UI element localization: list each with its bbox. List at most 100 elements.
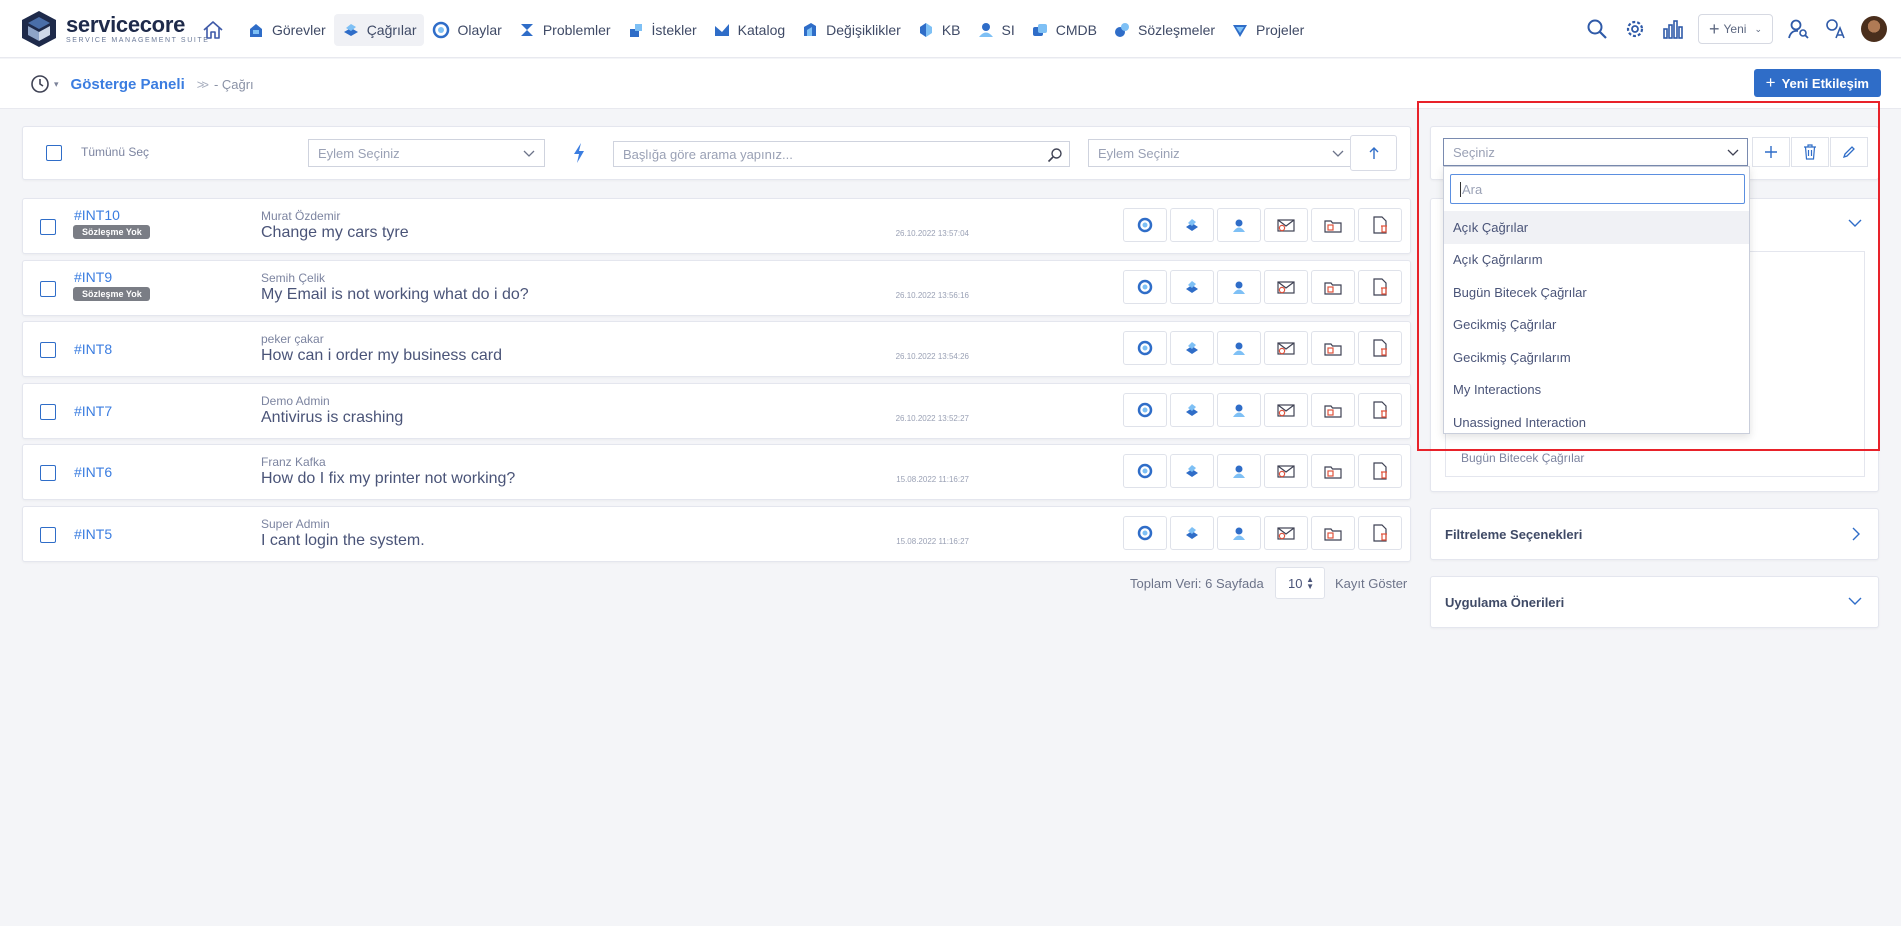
assign-user-action-button[interactable] <box>1217 454 1261 488</box>
nav-item-kb[interactable]: KB <box>909 14 969 46</box>
settings-button[interactable] <box>1616 13 1654 45</box>
row-title-link[interactable]: My Email is not working what do i do? <box>261 286 529 304</box>
request-action-button[interactable] <box>1170 208 1214 242</box>
row-checkbox[interactable] <box>40 280 56 297</box>
table-row[interactable]: #INT9 Sözleşme Yok Semih Çelik My Email is … <box>22 259 1411 316</box>
assign-user-action-button[interactable] <box>1217 269 1261 304</box>
nav-item-gorevler[interactable]: Görevler <box>239 14 334 46</box>
new-interaction-button[interactable]: + Yeni Etkileşim <box>1753 69 1881 97</box>
dropdown-option[interactable]: Açık Çağrılarım <box>1444 244 1749 277</box>
request-action-button[interactable] <box>1170 269 1214 304</box>
row-id-link[interactable]: #INT5 <box>74 526 112 542</box>
dropdown-option[interactable]: Unassigned Interaction <box>1444 406 1749 439</box>
nav-item-projeler[interactable]: Projeler <box>1223 14 1312 46</box>
title-search-input[interactable]: Başlığa göre arama yapınız... <box>613 141 1070 167</box>
search-icon[interactable] <box>1047 147 1063 163</box>
lightning-icon[interactable] <box>571 142 587 164</box>
request-action-button[interactable] <box>1170 454 1214 488</box>
mail-action-button[interactable] <box>1264 454 1308 488</box>
row-id-link[interactable]: #INT8 <box>74 341 112 357</box>
request-action-button[interactable] <box>1170 515 1214 550</box>
nav-item-katalog[interactable]: Katalog <box>705 14 793 46</box>
app-suggestions-section[interactable]: Uygulama Önerileri <box>1430 576 1879 628</box>
row-id-link[interactable]: #INT7 <box>74 403 112 419</box>
nav-item-problemler[interactable]: Problemler <box>510 14 619 46</box>
delete-file-action-button[interactable] <box>1358 392 1402 427</box>
assign-user-action-button[interactable] <box>1217 331 1261 365</box>
delete-file-action-button[interactable] <box>1358 454 1402 488</box>
page-size-select[interactable]: 10 ▲ ▼ <box>1275 567 1325 599</box>
table-row[interactable]: #INT8 peker çakar How can i order my busin… <box>22 321 1411 377</box>
delete-file-action-button[interactable] <box>1358 208 1402 242</box>
nav-item-degisiklikler[interactable]: Değişiklikler <box>793 14 909 46</box>
folder-action-button[interactable] <box>1311 515 1355 550</box>
action-select[interactable]: Eylem Seçiniz <box>308 139 545 167</box>
incident-action-button[interactable] <box>1123 515 1167 550</box>
mail-action-button[interactable] <box>1264 269 1308 304</box>
nav-item-cmdb[interactable]: CMDB <box>1023 14 1105 46</box>
dropdown-option[interactable]: Bugün Bitecek Çağrılar <box>1444 276 1749 309</box>
row-id-link[interactable]: #INT9 <box>74 269 112 285</box>
nav-item-sozlesmeler[interactable]: Sözleşmeler <box>1105 14 1223 46</box>
request-action-button[interactable] <box>1170 331 1214 365</box>
history-clock-icon[interactable] <box>30 74 50 94</box>
language-button[interactable] <box>1817 13 1855 45</box>
dropdown-search-input[interactable]: Ara <box>1450 174 1745 204</box>
row-title-link[interactable]: Antivirus is crashing <box>261 409 403 427</box>
global-search-button[interactable] <box>1578 13 1616 45</box>
incident-action-button[interactable] <box>1123 269 1167 304</box>
add-filter-button[interactable] <box>1752 137 1790 167</box>
row-checkbox[interactable] <box>40 342 56 358</box>
folder-action-button[interactable] <box>1311 208 1355 242</box>
row-checkbox[interactable] <box>40 219 56 235</box>
mail-action-button[interactable] <box>1264 208 1308 242</box>
folder-action-button[interactable] <box>1311 331 1355 365</box>
dropdown-option[interactable]: My Interactions <box>1444 374 1749 407</box>
row-title-link[interactable]: How can i order my business card <box>261 347 502 365</box>
nav-item-cagrilar[interactable]: Çağrılar <box>333 14 425 46</box>
row-title-link[interactable]: I cant login the system. <box>261 532 425 550</box>
table-row[interactable]: #INT5 Super Admin I cant login the system.… <box>22 505 1411 562</box>
brand-logo[interactable]: servicecore SERVICE MANAGEMENT SUITE <box>20 10 210 48</box>
select-all-checkbox[interactable] <box>46 145 62 161</box>
user-search-button[interactable] <box>1779 13 1817 45</box>
reports-button[interactable] <box>1654 13 1692 45</box>
row-title-link[interactable]: Change my cars tyre <box>261 224 409 242</box>
folder-action-button[interactable] <box>1311 392 1355 427</box>
breadcrumb-root-link[interactable]: Gösterge Paneli <box>71 76 185 93</box>
folder-action-button[interactable] <box>1311 454 1355 488</box>
nav-home[interactable] <box>198 14 239 46</box>
assign-user-action-button[interactable] <box>1217 208 1261 242</box>
dropdown-option[interactable]: Açık Çağrılar <box>1444 211 1749 244</box>
row-checkbox[interactable] <box>40 465 56 481</box>
new-dropdown-button[interactable]: + Yeni ⌄ <box>1698 14 1773 44</box>
mail-action-button[interactable] <box>1264 515 1308 550</box>
dropdown-option[interactable]: Gecikmiş Çağrılarım <box>1444 341 1749 374</box>
row-checkbox[interactable] <box>40 526 56 543</box>
delete-file-action-button[interactable] <box>1358 331 1402 365</box>
action-select-secondary[interactable]: Eylem Seçiniz <box>1088 139 1354 167</box>
request-action-button[interactable] <box>1170 392 1214 427</box>
incident-action-button[interactable] <box>1123 331 1167 365</box>
mail-action-button[interactable] <box>1264 392 1308 427</box>
row-checkbox[interactable] <box>40 403 56 420</box>
edit-filter-button[interactable] <box>1830 137 1868 167</box>
incident-action-button[interactable] <box>1123 208 1167 242</box>
assign-user-action-button[interactable] <box>1217 515 1261 550</box>
user-avatar[interactable] <box>1861 16 1887 42</box>
assign-user-action-button[interactable] <box>1217 392 1261 427</box>
incident-action-button[interactable] <box>1123 392 1167 427</box>
delete-filter-button[interactable] <box>1791 137 1829 167</box>
nav-item-si[interactable]: SI <box>969 14 1023 46</box>
nav-item-olaylar[interactable]: Olaylar <box>424 14 509 46</box>
row-id-link[interactable]: #INT6 <box>74 464 112 480</box>
folder-action-button[interactable] <box>1311 269 1355 304</box>
delete-file-action-button[interactable] <box>1358 515 1402 550</box>
row-id-link[interactable]: #INT10 <box>74 207 120 223</box>
mail-action-button[interactable] <box>1264 331 1308 365</box>
table-row[interactable]: #INT6 Franz Kafka How do I fix my printer … <box>22 444 1411 500</box>
incident-action-button[interactable] <box>1123 454 1167 488</box>
row-title-link[interactable]: How do I fix my printer not working? <box>261 470 515 488</box>
saved-filter-select[interactable]: Seçiniz <box>1443 138 1748 166</box>
nav-item-istekler[interactable]: İstekler <box>619 14 705 46</box>
